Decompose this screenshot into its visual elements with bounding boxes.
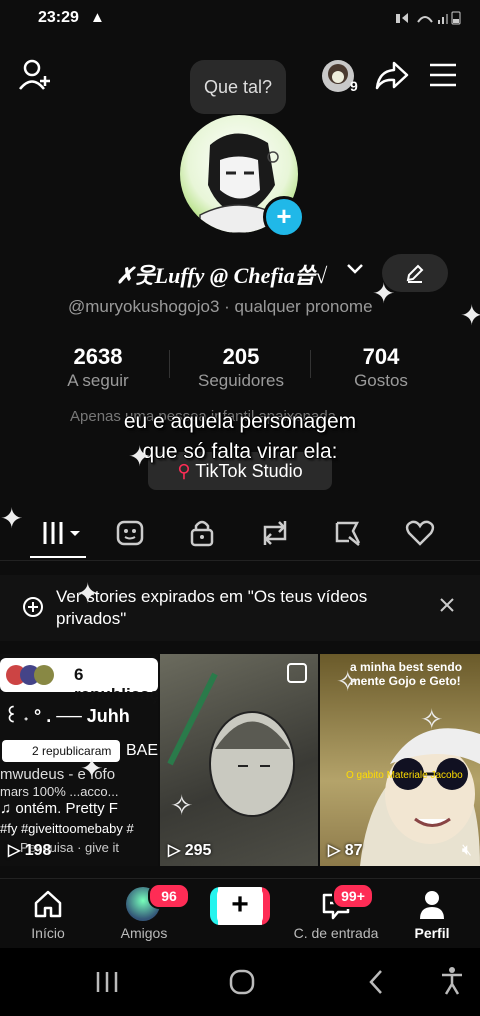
- sparkle-decoration: ✦: [80, 753, 104, 784]
- back-icon[interactable]: [366, 968, 386, 996]
- add-circle-icon: [22, 596, 44, 623]
- chevron-down-icon[interactable]: [346, 262, 364, 281]
- stats-divider: [310, 350, 311, 378]
- video-thumbnail[interactable]: 6 republicações ꒰ ˖ ° . ── Juhh 2 republ…: [0, 654, 158, 866]
- studio-label: TikTok Studio: [195, 461, 303, 481]
- accessibility-icon[interactable]: [440, 966, 464, 996]
- sparkle-decoration: ✧: [420, 704, 444, 735]
- system-icons: [394, 10, 464, 29]
- sparkle-decoration: ✧: [170, 790, 194, 821]
- tab-private[interactable]: [172, 508, 232, 558]
- followers-count[interactable]: 205: [176, 344, 306, 370]
- view-count: ▷ 87: [328, 842, 363, 859]
- stats-divider: [169, 350, 170, 378]
- home-icon: [34, 890, 62, 918]
- close-icon[interactable]: [438, 596, 456, 619]
- tab-liked-hidden[interactable]: [318, 508, 378, 558]
- system-navigation: [0, 948, 480, 1016]
- sparkle-decoration: ✧: [336, 666, 360, 697]
- tab-liked[interactable]: [390, 508, 450, 558]
- nav-profile[interactable]: Perfil: [384, 879, 480, 949]
- view-count: ▷ 198: [8, 842, 52, 859]
- profile-tabs: [0, 508, 480, 558]
- view-count: ▷ 295: [168, 842, 212, 859]
- overlay-caption-line1: eu e aquela personagem: [123, 410, 357, 433]
- nav-home[interactable]: Início: [0, 879, 96, 949]
- menu-icon[interactable]: [428, 62, 458, 93]
- bottom-navigation: Início 96 Amigos + 99+ C. de entrada Per…: [0, 878, 480, 949]
- tooltip: Que tal?: [190, 60, 286, 114]
- sparkle-decoration: ✦: [76, 578, 100, 609]
- thumb-text: BAE: [126, 742, 158, 759]
- video-thumbnail[interactable]: ▷ 295: [160, 654, 318, 866]
- warning-icon: ▲: [90, 9, 105, 26]
- inbox-badge: 99+: [332, 883, 374, 909]
- sparkle-decoration: ✦: [460, 300, 480, 331]
- tab-favorites[interactable]: [100, 508, 160, 558]
- thumb-text: mars 100% ...acco...: [0, 784, 119, 799]
- pencil-icon: [406, 264, 424, 283]
- studio-icon: ⚲: [177, 461, 191, 481]
- tab-reposts[interactable]: [245, 508, 305, 558]
- nav-inbox[interactable]: 99+ C. de entrada: [288, 879, 384, 949]
- add-friend-icon[interactable]: [18, 58, 54, 97]
- recent-apps-icon[interactable]: [94, 970, 120, 994]
- mute-icon[interactable]: 🔇︎: [462, 842, 472, 860]
- add-avatar-button[interactable]: +: [263, 196, 305, 238]
- sparkle-decoration: ✦: [372, 278, 396, 309]
- nav-friends[interactable]: 96 Amigos: [96, 879, 192, 949]
- sparkle-decoration: ✦: [0, 503, 24, 534]
- friends-badge: 96: [148, 883, 190, 909]
- tab-videos[interactable]: [32, 508, 92, 558]
- following-label[interactable]: A seguir: [33, 371, 163, 391]
- share-icon[interactable]: [374, 58, 410, 97]
- thumb-text: ꒰ ˖ ° . ── Juhh: [4, 706, 130, 726]
- followers-label[interactable]: Seguidores: [176, 371, 306, 391]
- thumb-text: O gabito Materiale Jacobo: [346, 770, 463, 781]
- active-tab-indicator: [30, 556, 86, 558]
- friends-count: 9: [350, 78, 358, 94]
- handle: @muryokushogojo3 · qualquer pronome: [68, 297, 373, 316]
- profile-icon: [420, 891, 444, 919]
- likes-count[interactable]: 704: [316, 344, 446, 370]
- thumb-text: #fy #giveittoomebaby #: [0, 821, 134, 836]
- overlay-caption-line2: que só falta virar ela:: [142, 440, 338, 463]
- likes-label[interactable]: Gostos: [316, 371, 446, 391]
- divider: [0, 560, 480, 561]
- home-circle-icon[interactable]: [228, 968, 256, 996]
- repost-pill: 6 republicações: [0, 658, 158, 704]
- banner-text: Ver stories expirados em "Os teus vídeos…: [56, 587, 368, 628]
- create-button[interactable]: +: [192, 879, 288, 949]
- status-bar: 23:29 ▲: [0, 0, 480, 38]
- display-name: ✗웃Luffy @ Chefia씁√: [116, 263, 328, 288]
- sparkle-decoration: ✦: [128, 441, 152, 472]
- thumb-text: ♫ ontém. Pretty F: [0, 800, 118, 817]
- status-time: 23:29: [38, 9, 79, 26]
- following-count[interactable]: 2638: [33, 344, 163, 370]
- plus-icon: +: [217, 887, 263, 925]
